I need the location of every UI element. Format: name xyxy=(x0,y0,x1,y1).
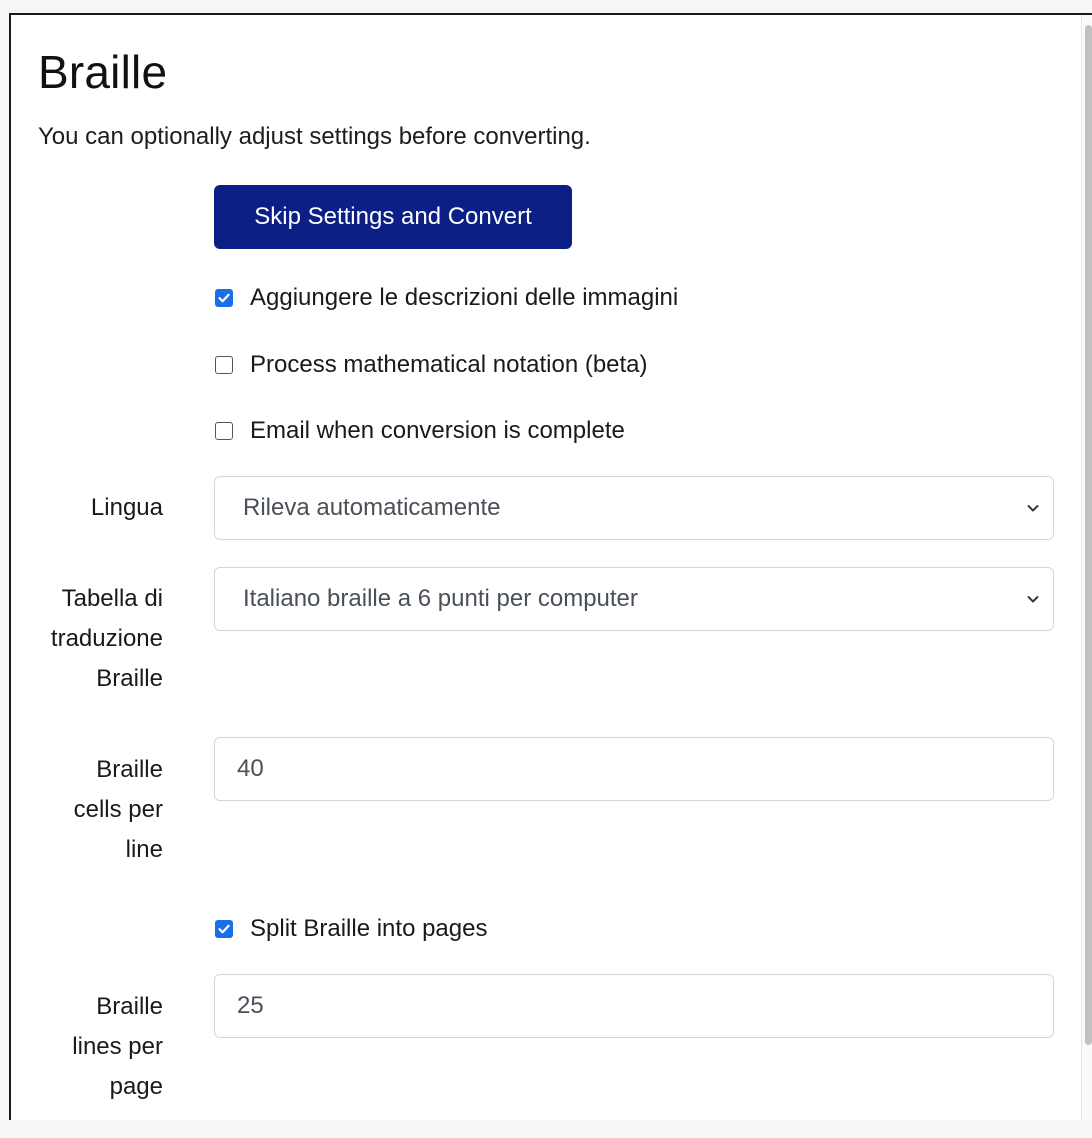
translation-table-label-line: traduzione xyxy=(50,625,163,652)
scrollbar-thumb[interactable] xyxy=(1085,25,1092,1045)
translation-table-label-line: Tabella di xyxy=(61,585,163,612)
settings-panel: Braille You can optionally adjust settin… xyxy=(9,13,1092,1120)
lines-per-page-label: Braille lines per page xyxy=(23,987,163,1107)
math-notation-option[interactable]: Process mathematical notation (beta) xyxy=(215,351,648,379)
email-notify-label: Email when conversion is complete xyxy=(250,417,625,444)
language-label: Lingua xyxy=(23,488,163,528)
math-notation-label: Process mathematical notation (beta) xyxy=(250,351,648,378)
language-select-value: Rileva automaticamente xyxy=(243,494,501,521)
image-descriptions-option[interactable]: Aggiungere le descrizioni delle immagini xyxy=(215,284,678,312)
lines-per-page-label-line: page xyxy=(109,1073,163,1100)
lines-per-page-input[interactable]: 25 xyxy=(214,974,1054,1038)
email-notify-option[interactable]: Email when conversion is complete xyxy=(215,417,625,445)
cells-per-line-input[interactable]: 40 xyxy=(214,737,1054,801)
split-pages-label: Split Braille into pages xyxy=(250,915,488,942)
split-pages-option[interactable]: Split Braille into pages xyxy=(215,915,487,943)
translation-table-label: Tabella di traduzione Braille xyxy=(23,579,163,699)
page-subtitle: You can optionally adjust settings befor… xyxy=(38,123,591,150)
lines-per-page-label-line: Braille xyxy=(96,993,163,1020)
lines-per-page-value: 25 xyxy=(237,992,264,1019)
cells-per-line-value: 40 xyxy=(237,755,264,782)
translation-table-select[interactable]: Italiano braille a 6 punti per computer xyxy=(214,567,1054,631)
language-label-text: Lingua xyxy=(90,494,163,521)
image-descriptions-label: Aggiungere le descrizioni delle immagini xyxy=(250,284,679,311)
lines-per-page-label-line: lines per xyxy=(72,1033,163,1060)
check-icon xyxy=(218,924,230,934)
cells-per-line-label-line: cells per xyxy=(73,796,163,823)
cells-per-line-label-line: Braille xyxy=(96,756,163,783)
math-notation-checkbox[interactable] xyxy=(215,356,233,374)
translation-table-label-line: Braille xyxy=(96,665,163,692)
scrollbar[interactable] xyxy=(1081,15,1092,1120)
translation-table-select-value: Italiano braille a 6 punti per computer xyxy=(243,585,638,612)
email-notify-checkbox[interactable] xyxy=(215,422,233,440)
cells-per-line-label: Braille cells per line xyxy=(23,750,163,870)
cells-per-line-label-line: line xyxy=(125,836,163,863)
split-pages-checkbox[interactable] xyxy=(215,920,233,938)
check-icon xyxy=(218,293,230,303)
skip-settings-convert-button[interactable]: Skip Settings and Convert xyxy=(214,185,572,249)
image-descriptions-checkbox[interactable] xyxy=(215,289,233,307)
chevron-down-icon xyxy=(1027,596,1039,603)
chevron-down-icon xyxy=(1027,505,1039,512)
language-select[interactable]: Rileva automaticamente xyxy=(214,476,1054,540)
page-title: Braille xyxy=(38,46,168,98)
